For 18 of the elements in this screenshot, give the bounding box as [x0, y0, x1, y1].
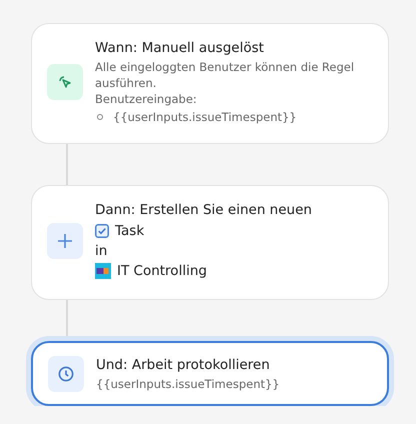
step-title: Und: Arbeit protokollieren [96, 356, 271, 375]
checkbox-icon [95, 224, 109, 238]
step-description: Benutzereingabe: [95, 92, 197, 106]
rule-step-card[interactable]: Dann: Erstellen Sie einen neuen Task in IT Controlling [31, 185, 389, 300]
step-description: {{userInputs.issueTimespent}} [96, 377, 280, 391]
step-text: in [95, 243, 108, 259]
plus-icon [57, 232, 73, 248]
project-icon [95, 263, 111, 279]
step-title: Wann: Manuell ausgelöst [95, 39, 265, 58]
clock-icon [58, 366, 74, 382]
bullet-icon [97, 114, 103, 120]
user-input-variable: {{userInputs.issueTimespent}} [113, 109, 297, 125]
issue-type-label: Task [115, 222, 144, 241]
rule-step-card[interactable]: Wann: Manuell ausgelöst Alle eingeloggten Benutzer können die Regel ausführen. Benutzereingabe: {{userInputs.issueTimespent}} [31, 23, 389, 144]
cursor-icon [58, 74, 72, 88]
step-title: Dann: Erstellen Sie einen neuen [95, 201, 312, 220]
project-name: IT Controlling [117, 262, 207, 281]
step-description: Alle eingeloggten Benutzer können die Regel ausführen. [95, 60, 354, 90]
